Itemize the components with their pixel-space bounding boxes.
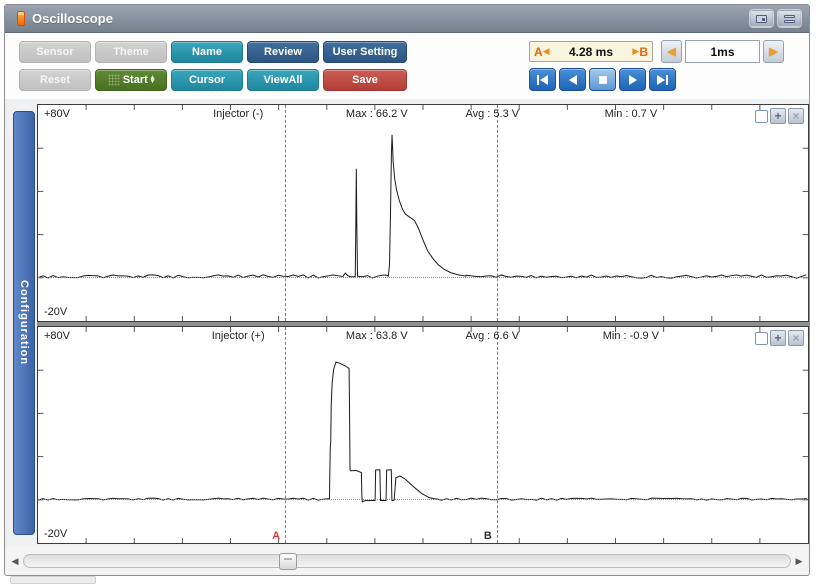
ab-delta-time-value: 4.28 ms (550, 45, 633, 59)
cursor-a-bottom-label: A (272, 530, 280, 542)
skip-to-end-button[interactable] (649, 68, 676, 91)
timebase-value: 1ms (685, 40, 760, 63)
channel-controls: + × (755, 330, 804, 346)
step-back-button[interactable] (559, 68, 586, 91)
cursor-a-line[interactable] (285, 327, 286, 543)
channel-title: Injector (+) (212, 330, 265, 342)
sensor-button[interactable]: Sensor (19, 41, 91, 63)
play-icon (629, 75, 637, 85)
close-channel-button[interactable]: × (788, 108, 804, 124)
name-button[interactable]: Name (171, 41, 243, 63)
start-button[interactable]: Start ▴▾ (95, 69, 167, 91)
configuration-tab[interactable]: Configuration (13, 111, 35, 535)
cursor-b-line[interactable] (497, 327, 498, 543)
max-stat: Max : 66.2 V (346, 108, 408, 120)
y-max-label: +80V (44, 330, 70, 342)
max-stat: Max : 63.8 V (346, 330, 408, 342)
scrollbar-thumb[interactable] (279, 553, 297, 570)
zero-volt-line (38, 499, 808, 500)
cursor-b-bottom-label: B (484, 530, 492, 542)
scroll-left-arrow[interactable]: ◀ (9, 554, 21, 568)
move-channel-button[interactable]: + (770, 108, 786, 124)
scroll-right-arrow[interactable]: ▶ (793, 554, 805, 568)
start-button-label: Start (123, 74, 148, 86)
y-min-label: -20V (44, 306, 67, 318)
title-bar: Oscilloscope (5, 5, 809, 33)
cursor-b-line[interactable] (497, 105, 498, 321)
b-right-arrow-icon: ▶ (632, 46, 639, 57)
channel-title: Injector (-) (213, 108, 263, 120)
capture-icon (756, 15, 767, 23)
close-channel-button[interactable]: × (788, 330, 804, 346)
min-stat: Min : -0.9 V (603, 330, 659, 342)
power-plug-icon (17, 11, 25, 26)
waveform-canvas (38, 105, 808, 321)
scope-channel-injector-minus: +80V -20V Injector (-) Max : 66.2 V Avg … (37, 104, 809, 322)
cursor-a-label: A (534, 45, 543, 59)
channel-checkbox[interactable] (755, 332, 768, 345)
y-max-label: +80V (44, 108, 70, 120)
save-button[interactable]: Save (323, 69, 407, 91)
window-title: Oscilloscope (32, 11, 113, 26)
spinner-arrows-icon: ▴▾ (151, 76, 155, 85)
user-setting-button[interactable]: User Setting (323, 41, 407, 63)
transport-controls (529, 68, 676, 91)
grip-texture-icon (108, 74, 120, 86)
minimize-icon (784, 15, 795, 23)
min-stat: Min : 0.7 V (605, 108, 658, 120)
waveform-canvas (38, 327, 808, 543)
configuration-tab-label: Configuration (18, 280, 30, 365)
scrollbar-track[interactable] (23, 554, 791, 568)
stop-icon (599, 76, 607, 84)
review-button[interactable]: Review (247, 41, 319, 63)
zero-volt-line (38, 277, 808, 278)
cursor-button[interactable]: Cursor (171, 69, 243, 91)
theme-button[interactable]: Theme (95, 41, 167, 63)
capture-window-button[interactable] (750, 10, 773, 27)
toolbar: Sensor Theme Name Review User Setting Re… (5, 33, 809, 99)
avg-stat: Avg : 6.6 V (465, 330, 519, 342)
cursor-b-label: B (639, 45, 648, 59)
horizontal-scrollbar: ◀ ▶ (5, 551, 809, 571)
skip-to-start-button[interactable] (529, 68, 556, 91)
timebase-increase-button[interactable]: ▶ (763, 40, 784, 63)
channel-stack: +80V -20V Injector (-) Max : 66.2 V Avg … (37, 104, 809, 544)
minimize-window-button[interactable] (778, 10, 801, 27)
partial-offscreen-panel (10, 576, 96, 584)
skip-end-icon (657, 75, 665, 85)
skip-start-icon (537, 75, 539, 85)
a-left-arrow-icon: ◀ (543, 46, 550, 57)
scope-channel-injector-plus: +80V -20V Injector (+) Max : 63.8 V Avg … (37, 326, 809, 544)
reset-button[interactable]: Reset (19, 69, 91, 91)
viewall-button[interactable]: ViewAll (247, 69, 319, 91)
stop-button[interactable] (589, 68, 616, 91)
timebase-decrease-button[interactable]: ◀ (661, 40, 682, 63)
ab-time-readout: A ◀ 4.28 ms ▶ B (529, 41, 653, 62)
step-back-icon (569, 75, 577, 85)
move-channel-button[interactable]: + (770, 330, 786, 346)
main-area: Configuration +80V -20V Injector (-) Max… (5, 99, 809, 547)
channel-controls: + × (755, 108, 804, 124)
avg-stat: Avg : 5.3 V (465, 108, 519, 120)
channel-checkbox[interactable] (755, 110, 768, 123)
y-min-label: -20V (44, 528, 67, 540)
cursor-a-line[interactable] (285, 105, 286, 321)
play-button[interactable] (619, 68, 646, 91)
oscilloscope-window: Oscilloscope Sensor Theme Name Review Us… (4, 4, 810, 576)
